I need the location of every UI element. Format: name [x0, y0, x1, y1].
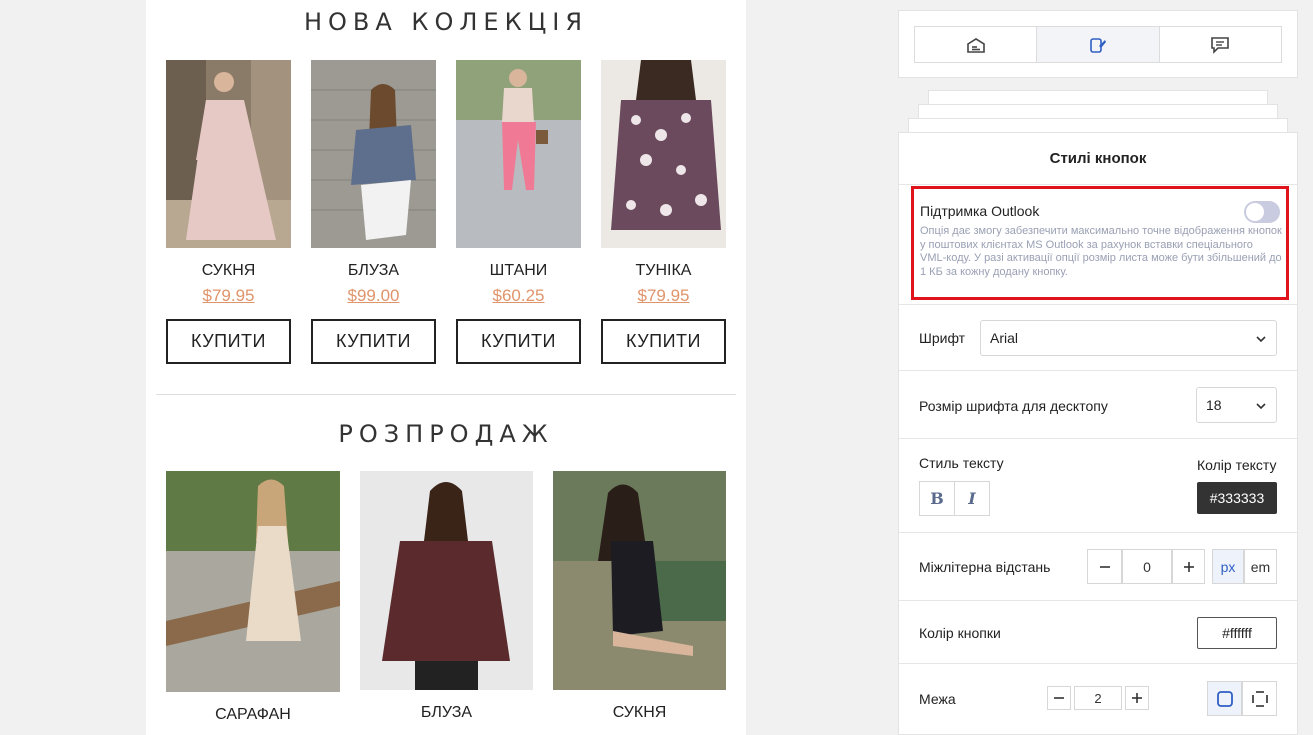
buy-button[interactable]: КУПИТИ	[311, 319, 436, 364]
letter-spacing-decrease-button[interactable]	[1087, 549, 1122, 584]
font-size-select[interactable]: 18	[1196, 387, 1277, 423]
font-row: Шрифт Arial	[899, 305, 1297, 371]
sale-product-name: БЛУЗА	[420, 704, 473, 721]
email-canvas: НОВА КОЛЕКЦІЯ СУКНЯ БЛУЗА ШТАНИ ТУНІКА $…	[146, 0, 746, 735]
plus-icon	[1183, 561, 1194, 572]
panel-tabs	[914, 26, 1282, 63]
bold-button[interactable]: B	[919, 481, 955, 516]
unit-px-button[interactable]: px	[1212, 549, 1244, 584]
buy-button[interactable]: КУПИТИ	[456, 319, 581, 364]
letter-spacing-input[interactable]: 0	[1122, 549, 1172, 584]
sale-product-name: САРАФАН	[215, 706, 291, 723]
chevron-down-icon	[1256, 403, 1266, 410]
letter-spacing-increase-button[interactable]	[1172, 549, 1205, 584]
italic-button[interactable]: I	[954, 481, 990, 516]
sale-image-sundress[interactable]	[166, 471, 340, 692]
outlook-label: Підтримка Outlook	[920, 203, 1040, 219]
text-color-swatch[interactable]: #333333	[1197, 482, 1277, 514]
style-brush-icon	[1090, 37, 1106, 53]
font-size-label: Розмір шрифта для десктопу	[919, 398, 1108, 414]
product-name: СУКНЯ	[201, 262, 256, 279]
button-color-label: Колір кнопки	[919, 625, 1001, 641]
comment-icon	[1211, 36, 1230, 54]
buy-button[interactable]: КУПИТИ	[166, 319, 291, 364]
product-price-link[interactable]: $99.00	[311, 286, 436, 306]
border-sides-icon	[1251, 690, 1268, 707]
button-styles-panel: Стилі кнопок Підтримка Outlook Опція дає…	[898, 132, 1298, 735]
sale-product-name: СУКНЯ	[612, 704, 667, 721]
text-style-label: Стиль тексту	[919, 455, 1004, 471]
font-select-value: Arial	[990, 330, 1019, 346]
product-image-pants[interactable]	[456, 60, 581, 248]
border-decrease-button[interactable]	[1047, 686, 1071, 710]
border-width-input[interactable]: 2	[1074, 686, 1122, 710]
button-color-swatch[interactable]: #ffffff	[1197, 617, 1277, 649]
font-size-value: 18	[1206, 397, 1222, 413]
panel-tabs-container	[898, 10, 1298, 78]
sale-title: РОЗПРОДАЖ	[338, 420, 554, 448]
font-label: Шрифт	[919, 330, 966, 346]
product-image-tunic[interactable]	[601, 60, 726, 248]
tab-styles[interactable]	[1037, 27, 1160, 62]
border-all-sides-button[interactable]	[1207, 681, 1242, 716]
tab-content[interactable]	[915, 27, 1038, 62]
sale-image-blouse[interactable]	[360, 471, 533, 690]
product-price-link[interactable]: $79.95	[166, 286, 291, 306]
new-collection-title: НОВА КОЛЕКЦІЯ	[303, 8, 588, 36]
unit-em-button[interactable]: em	[1244, 549, 1277, 584]
product-image-blouse[interactable]	[311, 60, 436, 248]
border-label: Межа	[919, 691, 956, 707]
toggle-knob	[1246, 203, 1264, 221]
text-color-label: Колір тексту	[1197, 457, 1277, 473]
panel-title: Стилі кнопок	[899, 133, 1297, 185]
outlook-description: Опція дає змогу забезпечити максимально …	[920, 225, 1282, 278]
border-row: Межа 2	[899, 664, 1297, 735]
minus-icon	[1099, 565, 1110, 568]
section-divider	[156, 394, 736, 395]
border-all-icon	[1216, 690, 1233, 707]
font-size-row: Розмір шрифта для десктопу 18	[899, 371, 1297, 439]
font-select[interactable]: Arial	[980, 320, 1277, 356]
product-name: БЛУЗА	[347, 262, 400, 279]
outlook-toggle[interactable]	[1244, 201, 1280, 223]
border-increase-button[interactable]	[1125, 686, 1149, 710]
letter-spacing-row: Міжлітерна відстань 0 px em	[899, 533, 1297, 601]
minus-icon	[1054, 697, 1064, 699]
chevron-down-icon	[1256, 336, 1266, 343]
border-individual-sides-button[interactable]	[1242, 681, 1277, 716]
plus-icon	[1132, 693, 1142, 703]
product-price-link[interactable]: $79.95	[601, 286, 726, 306]
product-image-dress[interactable]	[166, 60, 291, 248]
product-name: ШТАНИ	[489, 262, 548, 279]
buy-button[interactable]: КУПИТИ	[601, 319, 726, 364]
sale-image-dress[interactable]	[553, 471, 726, 690]
outlook-support-section: Підтримка Outlook Опція дає змогу забезп…	[911, 186, 1289, 300]
letter-spacing-label: Міжлітерна відстань	[919, 559, 1051, 575]
content-block-icon	[966, 37, 985, 53]
tab-comments[interactable]	[1160, 27, 1281, 62]
product-price-link[interactable]: $60.25	[456, 286, 581, 306]
product-name: ТУНІКА	[635, 262, 692, 279]
